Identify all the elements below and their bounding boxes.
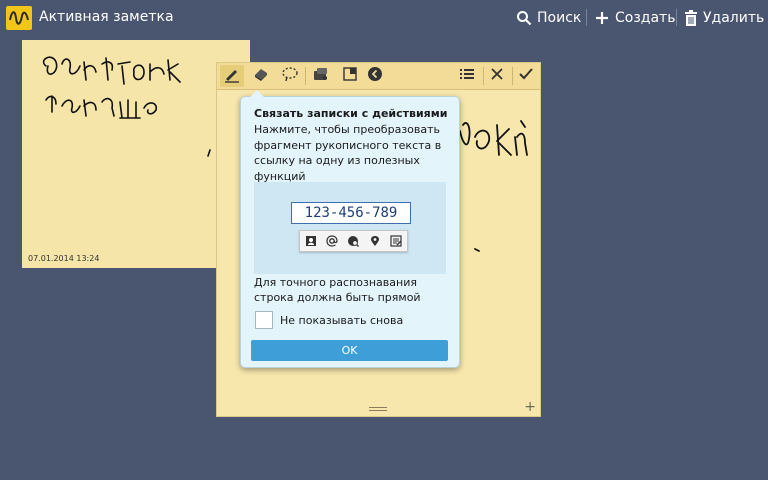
dont-show-again-label[interactable]: Не показывать снова (280, 314, 403, 327)
popup-description: Нажмите, чтобы преобразовать фрагмент ру… (254, 123, 442, 183)
lasso-select-icon (281, 65, 299, 87)
create-label: Создать (615, 10, 676, 26)
action-bar: Активная заметка Поиск Создать Удалить (0, 0, 768, 36)
eraser-button[interactable] (249, 65, 273, 87)
search-icon (516, 10, 532, 26)
list-icon (458, 65, 476, 87)
task-icon (390, 232, 402, 251)
add-page-icon[interactable]: + (524, 400, 536, 414)
action-memo-tooltip: Связать записки с действиями Нажмите, чт… (240, 90, 460, 368)
divider (512, 67, 513, 85)
check-icon (517, 65, 535, 87)
close-icon (488, 65, 506, 87)
divider (305, 67, 306, 85)
delete-label: Удалить (703, 10, 765, 26)
list-button[interactable] (455, 65, 479, 87)
collapse-icon (366, 65, 384, 87)
dont-show-again-checkbox[interactable] (255, 311, 273, 329)
search-label: Поиск (537, 10, 582, 26)
trash-icon (684, 10, 698, 26)
collapse-button[interactable] (363, 65, 387, 87)
paint-icon (312, 65, 330, 87)
contact-icon (305, 232, 317, 251)
create-button[interactable]: Создать (594, 7, 675, 29)
delete-button[interactable]: Удалить (684, 7, 764, 29)
search-button[interactable]: Поиск (516, 7, 581, 29)
close-button[interactable] (485, 65, 509, 87)
app-title: Активная заметка (39, 9, 174, 25)
eraser-icon (252, 65, 270, 87)
divider (586, 9, 587, 26)
plus-icon (594, 10, 610, 26)
lasso-select-button[interactable] (278, 65, 302, 87)
pen-button[interactable] (220, 65, 244, 87)
email-icon (326, 232, 338, 251)
note-date: 07.01.2014 13:24 (28, 254, 100, 263)
confirm-button[interactable] (514, 65, 538, 87)
demo-number: 123-456-789 (291, 202, 411, 224)
popup-title: Связать записки с действиями (254, 107, 448, 120)
paint-button[interactable] (309, 65, 333, 87)
s-note-app-icon[interactable] (6, 6, 32, 30)
demo-action-icons (299, 230, 408, 252)
divider (676, 9, 677, 26)
crop-icon (341, 65, 359, 87)
pen-icon (223, 65, 241, 87)
popup-arrow (250, 90, 264, 97)
web-icon (347, 232, 360, 251)
demo-illustration: 123-456-789 (254, 182, 446, 274)
note-toolbar (217, 63, 540, 90)
popup-note: Для точного распознавания строка должна … (254, 276, 421, 304)
resize-handle[interactable] (369, 407, 387, 413)
divider (483, 67, 484, 85)
crop-button[interactable] (338, 65, 362, 87)
location-icon (369, 232, 381, 251)
ok-button[interactable]: OK (251, 340, 448, 361)
